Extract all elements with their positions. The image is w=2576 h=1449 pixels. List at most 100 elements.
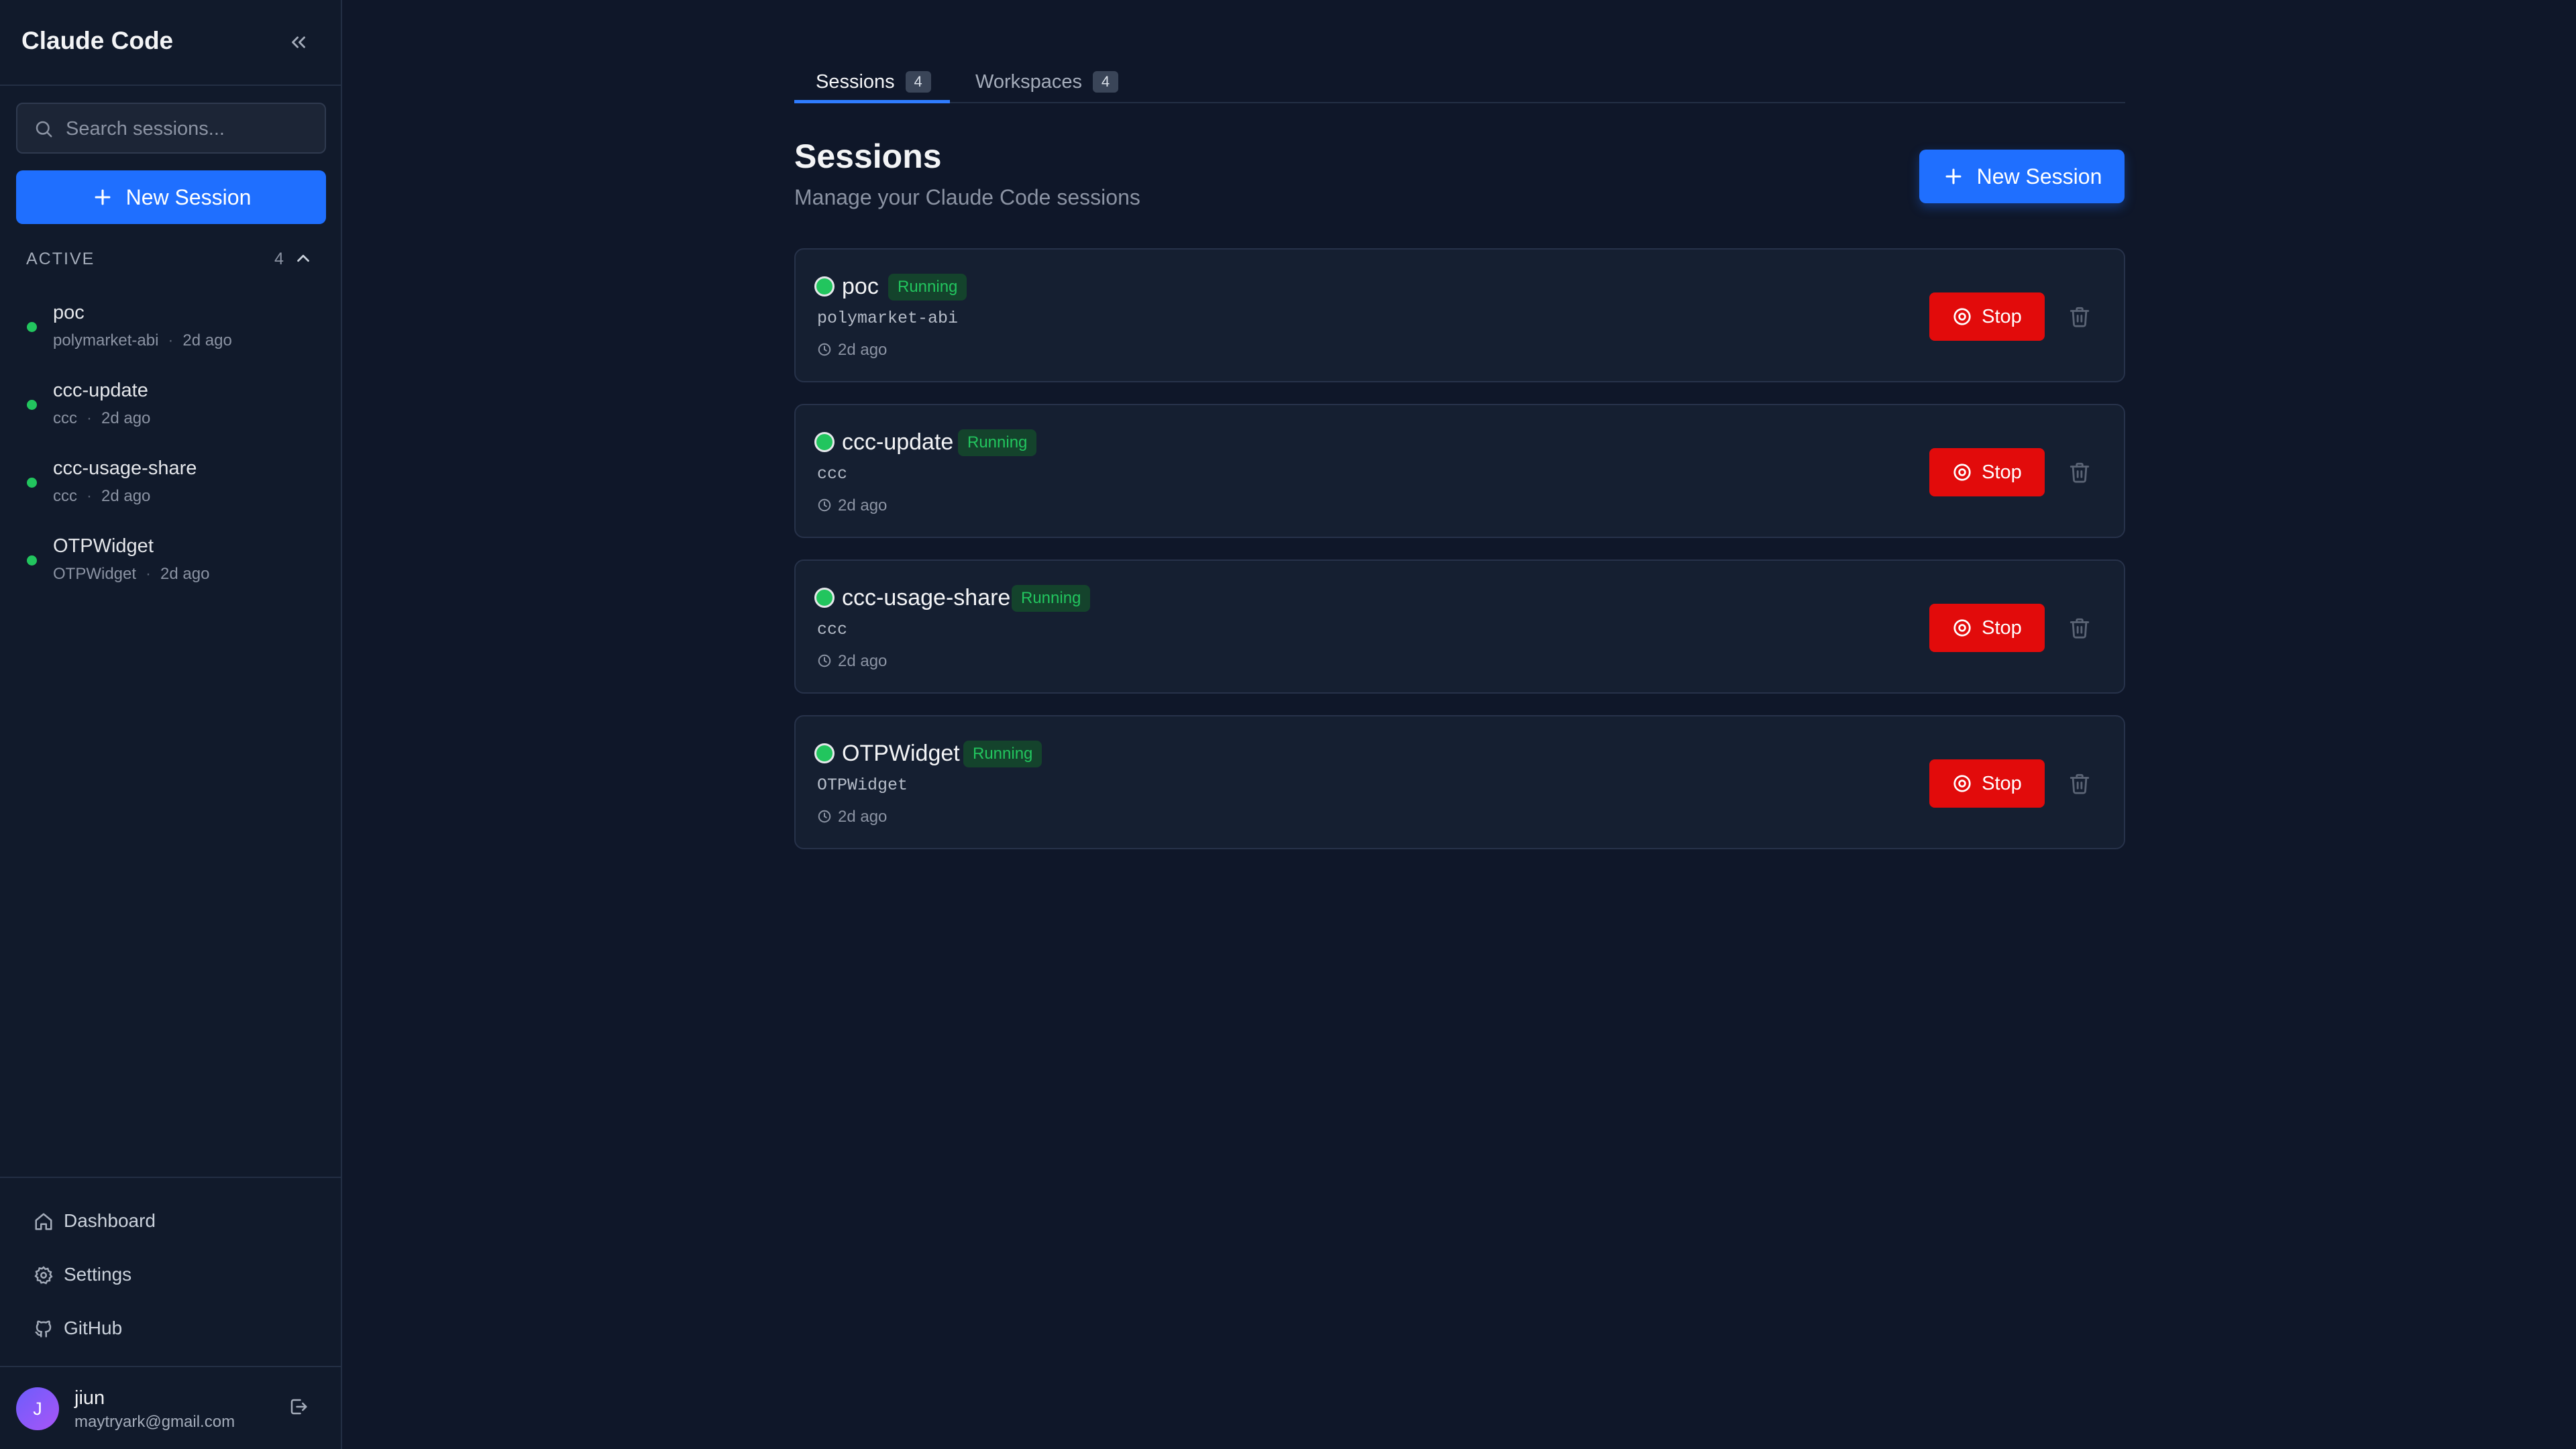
stop-circle-icon bbox=[1953, 619, 1971, 637]
session-name: ccc-update bbox=[53, 380, 148, 401]
clock-icon bbox=[818, 343, 831, 356]
status-badge: Running bbox=[963, 741, 1042, 767]
delete-button[interactable] bbox=[2065, 769, 2094, 798]
plus-icon bbox=[1945, 168, 1962, 184]
sidebar-session-item[interactable]: OTPWidget OTPWidget · 2d ago bbox=[0, 525, 341, 592]
stop-label: Stop bbox=[1982, 461, 2022, 483]
new-session-label: New Session bbox=[1976, 164, 2102, 189]
sidebar-new-session-label: New Session bbox=[125, 184, 252, 209]
section-count: 4 bbox=[274, 250, 284, 268]
session-card-name: ccc-update bbox=[842, 429, 954, 455]
sidebar-session-item[interactable]: ccc-update ccc · 2d ago bbox=[0, 369, 341, 436]
sidebar-session-item[interactable]: poc polymarket-abi · 2d ago bbox=[0, 291, 341, 358]
session-name: OTPWidget bbox=[53, 535, 154, 557]
session-time-text: 2d ago bbox=[838, 808, 888, 826]
running-status-icon bbox=[814, 432, 835, 452]
nav-label: Settings bbox=[64, 1264, 132, 1285]
session-time: 2d ago bbox=[160, 565, 210, 583]
main-tabs: Sessions 4 Workspaces 4 bbox=[794, 48, 2125, 103]
active-section-header[interactable]: ACTIVE 4 bbox=[26, 248, 315, 270]
delete-button[interactable] bbox=[2065, 302, 2094, 331]
new-session-button[interactable]: New Session bbox=[1919, 150, 2125, 203]
session-name: poc bbox=[53, 302, 85, 323]
plus-icon bbox=[95, 189, 111, 205]
status-badge: Running bbox=[1012, 585, 1091, 612]
section-label: ACTIVE bbox=[26, 250, 95, 268]
app-title: Claude Code bbox=[21, 27, 174, 54]
trash-icon bbox=[2070, 462, 2090, 483]
session-workspace: ccc bbox=[53, 409, 77, 427]
stop-label: Stop bbox=[1982, 616, 2022, 639]
stop-button[interactable]: Stop bbox=[1929, 604, 2045, 652]
avatar[interactable]: J bbox=[16, 1387, 59, 1430]
session-card[interactable]: OTPWidget Running OTPWidget 2d ago Stop bbox=[794, 715, 2125, 849]
session-time-text: 2d ago bbox=[838, 496, 888, 515]
session-card[interactable]: ccc-update Running ccc 2d ago Stop bbox=[794, 404, 2125, 538]
stop-label: Stop bbox=[1982, 772, 2022, 794]
stop-button[interactable]: Stop bbox=[1929, 759, 2045, 808]
status-dot bbox=[27, 555, 37, 566]
session-time: 2d ago bbox=[101, 409, 151, 427]
page-subtitle: Manage your Claude Code sessions bbox=[794, 185, 1140, 209]
nav-github[interactable]: GitHub bbox=[34, 1312, 302, 1346]
sidebar-new-session-button[interactable]: New Session bbox=[16, 170, 326, 224]
session-time: 2d ago bbox=[101, 487, 151, 505]
tab-count-badge: 4 bbox=[905, 71, 931, 93]
tab-count-badge: 4 bbox=[1093, 71, 1119, 93]
page-title: Sessions bbox=[794, 138, 942, 175]
session-card[interactable]: ccc-usage-share Running ccc 2d ago Stop bbox=[794, 559, 2125, 694]
session-path: ccc bbox=[817, 464, 848, 484]
github-icon bbox=[35, 1320, 52, 1338]
delete-button[interactable] bbox=[2065, 613, 2094, 643]
sidebar-session-item[interactable]: ccc-usage-share ccc · 2d ago bbox=[0, 447, 341, 514]
clock-icon bbox=[818, 498, 831, 512]
session-path: polymarket-abi bbox=[817, 309, 959, 328]
status-badge: Running bbox=[888, 274, 967, 301]
session-workspace: OTPWidget bbox=[53, 565, 137, 583]
nav-label: GitHub bbox=[64, 1318, 123, 1338]
gear-icon bbox=[34, 1266, 53, 1285]
session-card[interactable]: poc Running polymarket-abi 2d ago Stop bbox=[794, 248, 2125, 382]
running-status-icon bbox=[814, 276, 835, 297]
user-email: maytryark@gmail.com bbox=[74, 1413, 235, 1431]
tab-label: Workspaces bbox=[975, 71, 1083, 93]
session-card-name: poc bbox=[842, 274, 879, 299]
clock-icon bbox=[818, 654, 831, 667]
session-time-text: 2d ago bbox=[838, 652, 888, 670]
status-badge: Running bbox=[958, 429, 1037, 456]
chevron-up-icon[interactable] bbox=[293, 248, 313, 268]
delete-button[interactable] bbox=[2065, 458, 2094, 487]
session-meta: ccc · 2d ago bbox=[53, 409, 151, 427]
status-dot bbox=[27, 400, 37, 410]
tab-sessions[interactable]: Sessions 4 bbox=[794, 58, 950, 103]
stop-button[interactable]: Stop bbox=[1929, 292, 2045, 341]
sidebar-header: Claude Code bbox=[0, 0, 341, 86]
logout-icon bbox=[290, 1399, 307, 1415]
stop-button[interactable]: Stop bbox=[1929, 448, 2045, 496]
session-card-name: ccc-usage-share bbox=[842, 585, 1011, 610]
search-box bbox=[16, 103, 326, 154]
search-input[interactable] bbox=[66, 113, 314, 144]
running-status-icon bbox=[814, 588, 835, 608]
sidebar: Claude Code New Session ACTIVE 4 poc pol… bbox=[0, 0, 342, 1449]
nav-settings[interactable]: Settings bbox=[34, 1258, 302, 1292]
sidebar-footer-nav: Dashboard Settings GitHub bbox=[0, 1177, 341, 1367]
nav-dashboard[interactable]: Dashboard bbox=[34, 1205, 302, 1238]
trash-icon bbox=[2070, 307, 2090, 327]
tab-workspaces[interactable]: Workspaces 4 bbox=[975, 58, 1150, 103]
clock-icon bbox=[818, 810, 831, 823]
status-dot bbox=[27, 322, 37, 332]
session-path: ccc bbox=[817, 620, 848, 639]
stop-circle-icon bbox=[1953, 308, 1971, 325]
session-time: 2d ago bbox=[182, 331, 232, 350]
session-meta: OTPWidget · 2d ago bbox=[53, 565, 210, 583]
session-meta: polymarket-abi · 2d ago bbox=[53, 331, 232, 350]
user-name: jiun bbox=[74, 1387, 105, 1409]
collapse-sidebar-button[interactable] bbox=[282, 27, 315, 58]
session-workspace: polymarket-abi bbox=[53, 331, 159, 350]
nav-label: Dashboard bbox=[64, 1210, 156, 1231]
logout-button[interactable] bbox=[288, 1397, 315, 1424]
chevrons-left-icon bbox=[292, 36, 305, 48]
trash-icon bbox=[2070, 773, 2090, 794]
stop-label: Stop bbox=[1982, 305, 2022, 327]
